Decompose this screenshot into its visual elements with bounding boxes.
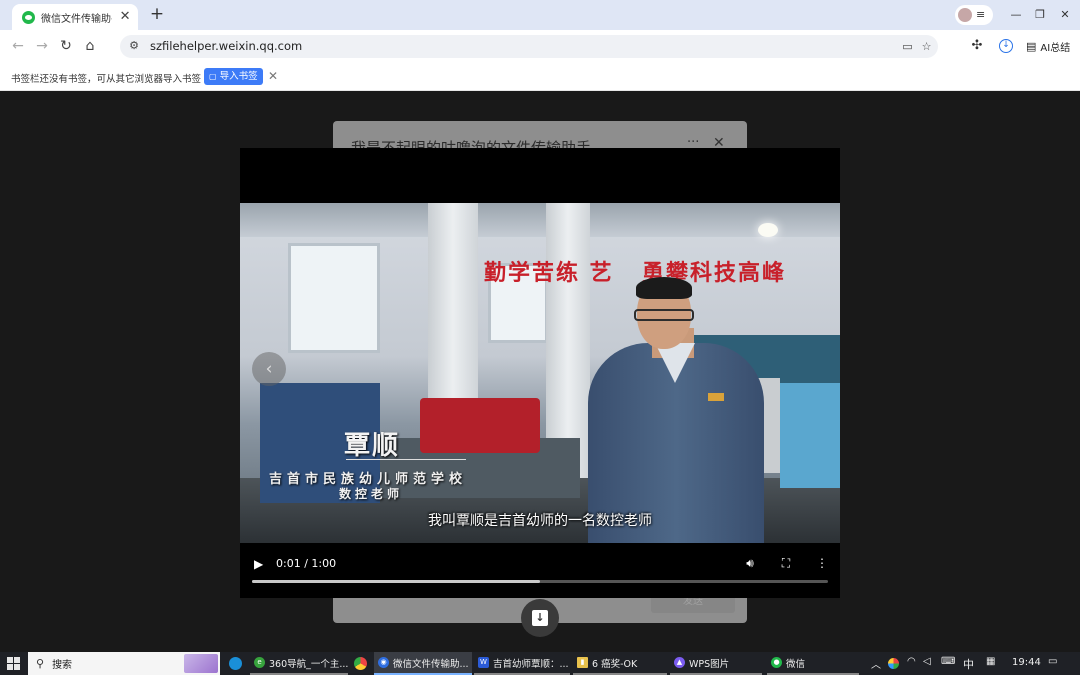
document-icon: ▤	[1026, 40, 1037, 53]
previous-arrow-icon[interactable]: ‹	[252, 352, 286, 386]
taskbar-app-folder[interactable]: ▮ 6 癌奖-OK	[573, 652, 667, 675]
download-button[interactable]: ↓	[521, 599, 559, 637]
app-icon: ◉	[378, 657, 389, 668]
clock[interactable]: 19:44	[1012, 657, 1041, 668]
ime-grid-icon[interactable]: ▦	[986, 656, 995, 667]
search-icon: ⚲	[36, 657, 45, 670]
forward-button[interactable]: →	[33, 37, 51, 55]
taskbar-app-360[interactable]: e 360导航_一个主...	[250, 652, 348, 675]
chrome-icon[interactable]	[354, 657, 367, 670]
scene-window	[288, 243, 380, 353]
address-bar[interactable]: ⚙ szfilehelper.weixin.qq.com ▭ ☆	[120, 35, 938, 58]
ai-summary-button[interactable]: ▤ AI总结	[1026, 39, 1070, 54]
avatar	[958, 8, 972, 22]
ime-indicator[interactable]: 中	[963, 656, 974, 672]
progress-bar[interactable]	[252, 580, 828, 583]
person-glasses	[634, 309, 694, 321]
caption-divider	[346, 459, 466, 460]
keyboard-icon[interactable]: ⌨	[941, 656, 955, 667]
import-bookmarks-label: 导入书签	[219, 71, 258, 82]
bookmark-bar: 书签栏还没有书签，可从其它浏览器导入书签 ▢ 导入书签 ✕	[0, 63, 1080, 91]
tray-overflow-icon[interactable]: ︿	[871, 656, 881, 671]
app-icon: ●	[771, 657, 782, 668]
scene-lamp	[758, 223, 778, 237]
video-subtitle: 我叫覃顺是吉首幼师的一名数控老师	[428, 513, 652, 529]
search-label: 搜索	[52, 660, 73, 671]
more-options-icon[interactable]: ⋮	[814, 555, 830, 571]
edge-icon[interactable]	[229, 657, 242, 670]
back-button[interactable]: ←	[9, 37, 27, 55]
close-tab-icon[interactable]: ✕	[118, 10, 132, 24]
taskbar-app-word[interactable]: W 吉首幼师覃顺：...	[474, 652, 570, 675]
home-button[interactable]: ⌂	[81, 37, 99, 55]
video-controls: ▶ 0:01 / 1:00 🔊︎ ⛶ ⋮	[240, 543, 840, 598]
download-icon[interactable]: ↓	[999, 39, 1013, 53]
progress-fill	[252, 580, 540, 583]
video-player[interactable]: 勤学苦练 艺 勇攀科技高峰 覃顺 吉首市民族幼儿师范学校 数控老师 我叫覃顺是吉…	[240, 148, 840, 598]
person-hair	[636, 277, 692, 299]
lathe-red	[420, 398, 540, 453]
app-label: 微信文件传输助...	[393, 658, 469, 670]
close-window-button[interactable]: ✕	[1056, 6, 1074, 24]
fullscreen-icon[interactable]: ⛶	[778, 555, 794, 571]
wechat-icon	[22, 10, 35, 24]
bookmark-star-icon[interactable]: ☆	[919, 39, 934, 54]
speaker-icon[interactable]: ◁	[923, 656, 931, 667]
toolbar: ← → ↻ ⌂ ⚙ szfilehelper.weixin.qq.com ▭ ☆…	[0, 30, 1080, 63]
download-icon: ↓	[532, 610, 548, 626]
taskbar-app-wps-pictures[interactable]: ▲ WPS图片	[670, 652, 762, 675]
notification-icon[interactable]: ▭	[1048, 656, 1057, 667]
network-icon[interactable]: ◠	[907, 656, 916, 667]
app-label: WPS图片	[689, 658, 730, 670]
import-bookmarks-button[interactable]: ▢ 导入书签	[204, 68, 263, 85]
app-icon: W	[478, 657, 489, 668]
tab-strip: 微信文件传输助手 ✕ + ≡ — ❐ ✕	[0, 0, 1080, 30]
new-tab-button[interactable]: +	[148, 5, 166, 23]
uniform-badge	[708, 393, 724, 401]
machine-blue-right	[780, 383, 840, 488]
page-content: 我是不起眼的咕噜泡的文件传输助手 ··· ✕ 发送 勤学苦练 艺 勇攀科技高峰	[0, 91, 1080, 652]
tab-title: 微信文件传输助手	[41, 13, 112, 25]
scene-ceiling	[240, 203, 840, 237]
color-app-tray-icon[interactable]	[888, 658, 899, 669]
app-icon: ▲	[674, 657, 685, 668]
taskbar: ⚲ 搜索 e 360导航_一个主... ◉ 微信文件传输助... W 吉首幼师覃…	[0, 652, 1080, 675]
restore-button[interactable]: ❐	[1031, 6, 1049, 24]
app-icon: e	[254, 657, 265, 668]
app-label: 吉首幼师覃顺：...	[493, 658, 569, 670]
app-label: 微信	[786, 658, 806, 670]
time-display: 0:01 / 1:00	[276, 557, 337, 570]
minimize-button[interactable]: —	[1007, 6, 1025, 24]
taskbar-search[interactable]: ⚲ 搜索	[28, 652, 220, 675]
app-icon: ▮	[577, 657, 588, 668]
menu-icon: ≡	[976, 8, 986, 21]
search-highlight-image	[184, 654, 218, 673]
app-label: 6 癌奖-OK	[592, 658, 638, 670]
video-name-caption: 覃顺	[344, 431, 401, 461]
tab-wechat-filehelper[interactable]: 微信文件传输助手 ✕	[12, 4, 138, 30]
close-bookmark-bar-icon[interactable]: ✕	[267, 70, 279, 82]
profile-button[interactable]: ≡	[955, 5, 993, 25]
slogan-left: 勤学苦练 艺	[484, 261, 614, 286]
screen-cast-icon[interactable]: ▭	[900, 39, 915, 54]
import-icon: ▢	[209, 72, 217, 81]
play-icon[interactable]: ▶	[254, 556, 268, 572]
url-text[interactable]: szfilehelper.weixin.qq.com	[150, 39, 302, 53]
reload-button[interactable]: ↻	[57, 37, 75, 55]
site-info-icon[interactable]: ⚙	[127, 39, 141, 53]
volume-icon[interactable]: 🔊︎	[742, 555, 758, 571]
video-role-caption: 数控老师	[339, 487, 404, 501]
taskbar-app-filehelper[interactable]: ◉ 微信文件传输助...	[374, 652, 472, 675]
ai-summary-label: AI总结	[1040, 43, 1071, 54]
bookmark-bar-message: 书签栏还没有书签，可从其它浏览器导入书签	[11, 74, 202, 85]
windows-start-icon[interactable]	[7, 657, 20, 670]
app-label: 360导航_一个主...	[269, 658, 348, 670]
extensions-icon[interactable]: ✣	[968, 37, 986, 55]
taskbar-app-wechat[interactable]: ● 微信	[767, 652, 859, 675]
video-frame: 勤学苦练 艺 勇攀科技高峰 覃顺 吉首市民族幼儿师范学校 数控老师 我叫覃顺是吉…	[240, 203, 840, 543]
